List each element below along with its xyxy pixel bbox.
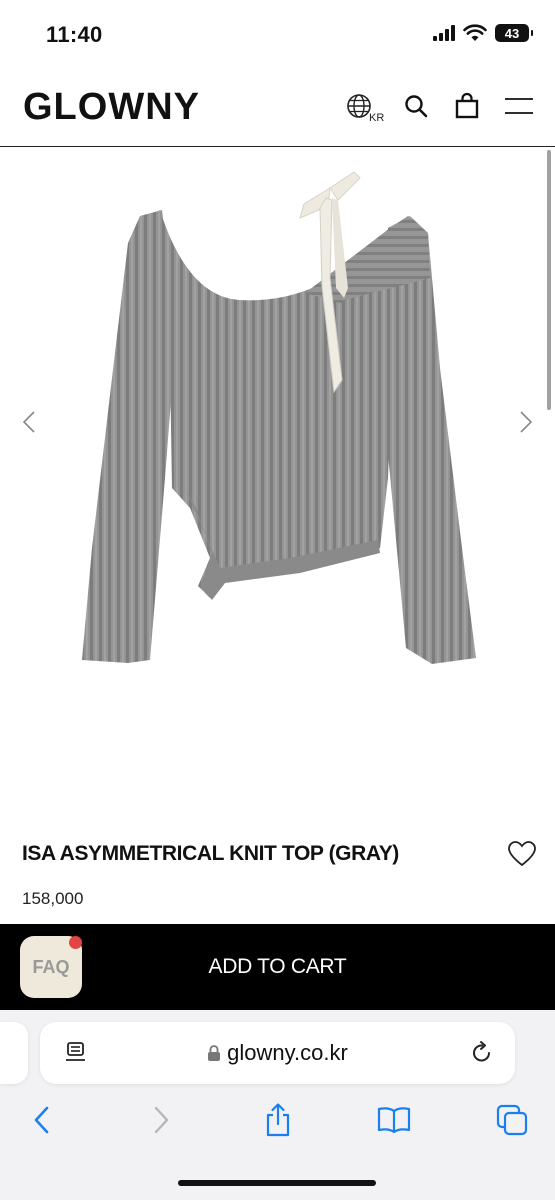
wifi-icon — [463, 24, 487, 41]
search-icon[interactable] — [400, 90, 432, 122]
reload-icon[interactable] — [469, 1040, 495, 1071]
share-icon — [266, 1103, 290, 1137]
address-bar[interactable]: glowny.co.kr — [40, 1022, 515, 1084]
tabs-icon — [496, 1104, 528, 1136]
home-indicator[interactable] — [178, 1180, 376, 1186]
notification-badge — [69, 936, 82, 949]
region-label[interactable]: KR — [369, 112, 384, 124]
battery-icon: 43 — [495, 24, 533, 42]
wishlist-button[interactable] — [507, 840, 537, 868]
tabs-button[interactable] — [494, 1102, 530, 1138]
product-title: ISA ASYMMETRICAL KNIT TOP (GRAY) — [22, 842, 399, 865]
back-button[interactable] — [24, 1102, 60, 1138]
lock-icon — [208, 1045, 221, 1061]
carousel-prev-button[interactable] — [20, 410, 40, 434]
browser-chrome: glowny.co.kr — [0, 1010, 555, 1200]
back-icon — [34, 1106, 49, 1134]
url-text: glowny.co.kr — [227, 1040, 348, 1065]
status-icons: 43 — [433, 24, 533, 42]
product-price: 158,000 — [22, 889, 84, 908]
carousel-next-button[interactable] — [515, 410, 535, 434]
battery-level: 43 — [504, 25, 520, 41]
status-time: 11:40 — [46, 22, 103, 47]
chevron-left-icon — [22, 411, 35, 433]
url-display[interactable]: glowny.co.kr — [40, 1022, 515, 1084]
heart-icon — [508, 841, 536, 867]
forward-icon — [154, 1106, 169, 1134]
share-button[interactable] — [260, 1102, 296, 1138]
add-to-cart-button[interactable]: ADD TO CART — [0, 924, 555, 1010]
bookmarks-icon — [377, 1107, 411, 1134]
bookmarks-button[interactable] — [376, 1102, 412, 1138]
brand-logo[interactable]: GLOWNY — [23, 86, 200, 129]
knit-top-image — [82, 171, 476, 664]
previous-tab-preview[interactable] — [0, 1022, 28, 1084]
add-to-cart-label: ADD TO CART — [208, 955, 347, 978]
faq-label: FAQ — [32, 956, 70, 977]
site-header: GLOWNY KR — [0, 70, 555, 147]
forward-button[interactable] — [143, 1102, 179, 1138]
product-image-carousel[interactable] — [0, 148, 555, 808]
chevron-right-icon — [520, 411, 533, 433]
shopping-bag-icon[interactable] — [451, 90, 483, 122]
status-bar: 11:40 43 — [0, 0, 555, 70]
menu-icon[interactable] — [503, 90, 535, 122]
cellular-signal-icon — [433, 25, 455, 41]
